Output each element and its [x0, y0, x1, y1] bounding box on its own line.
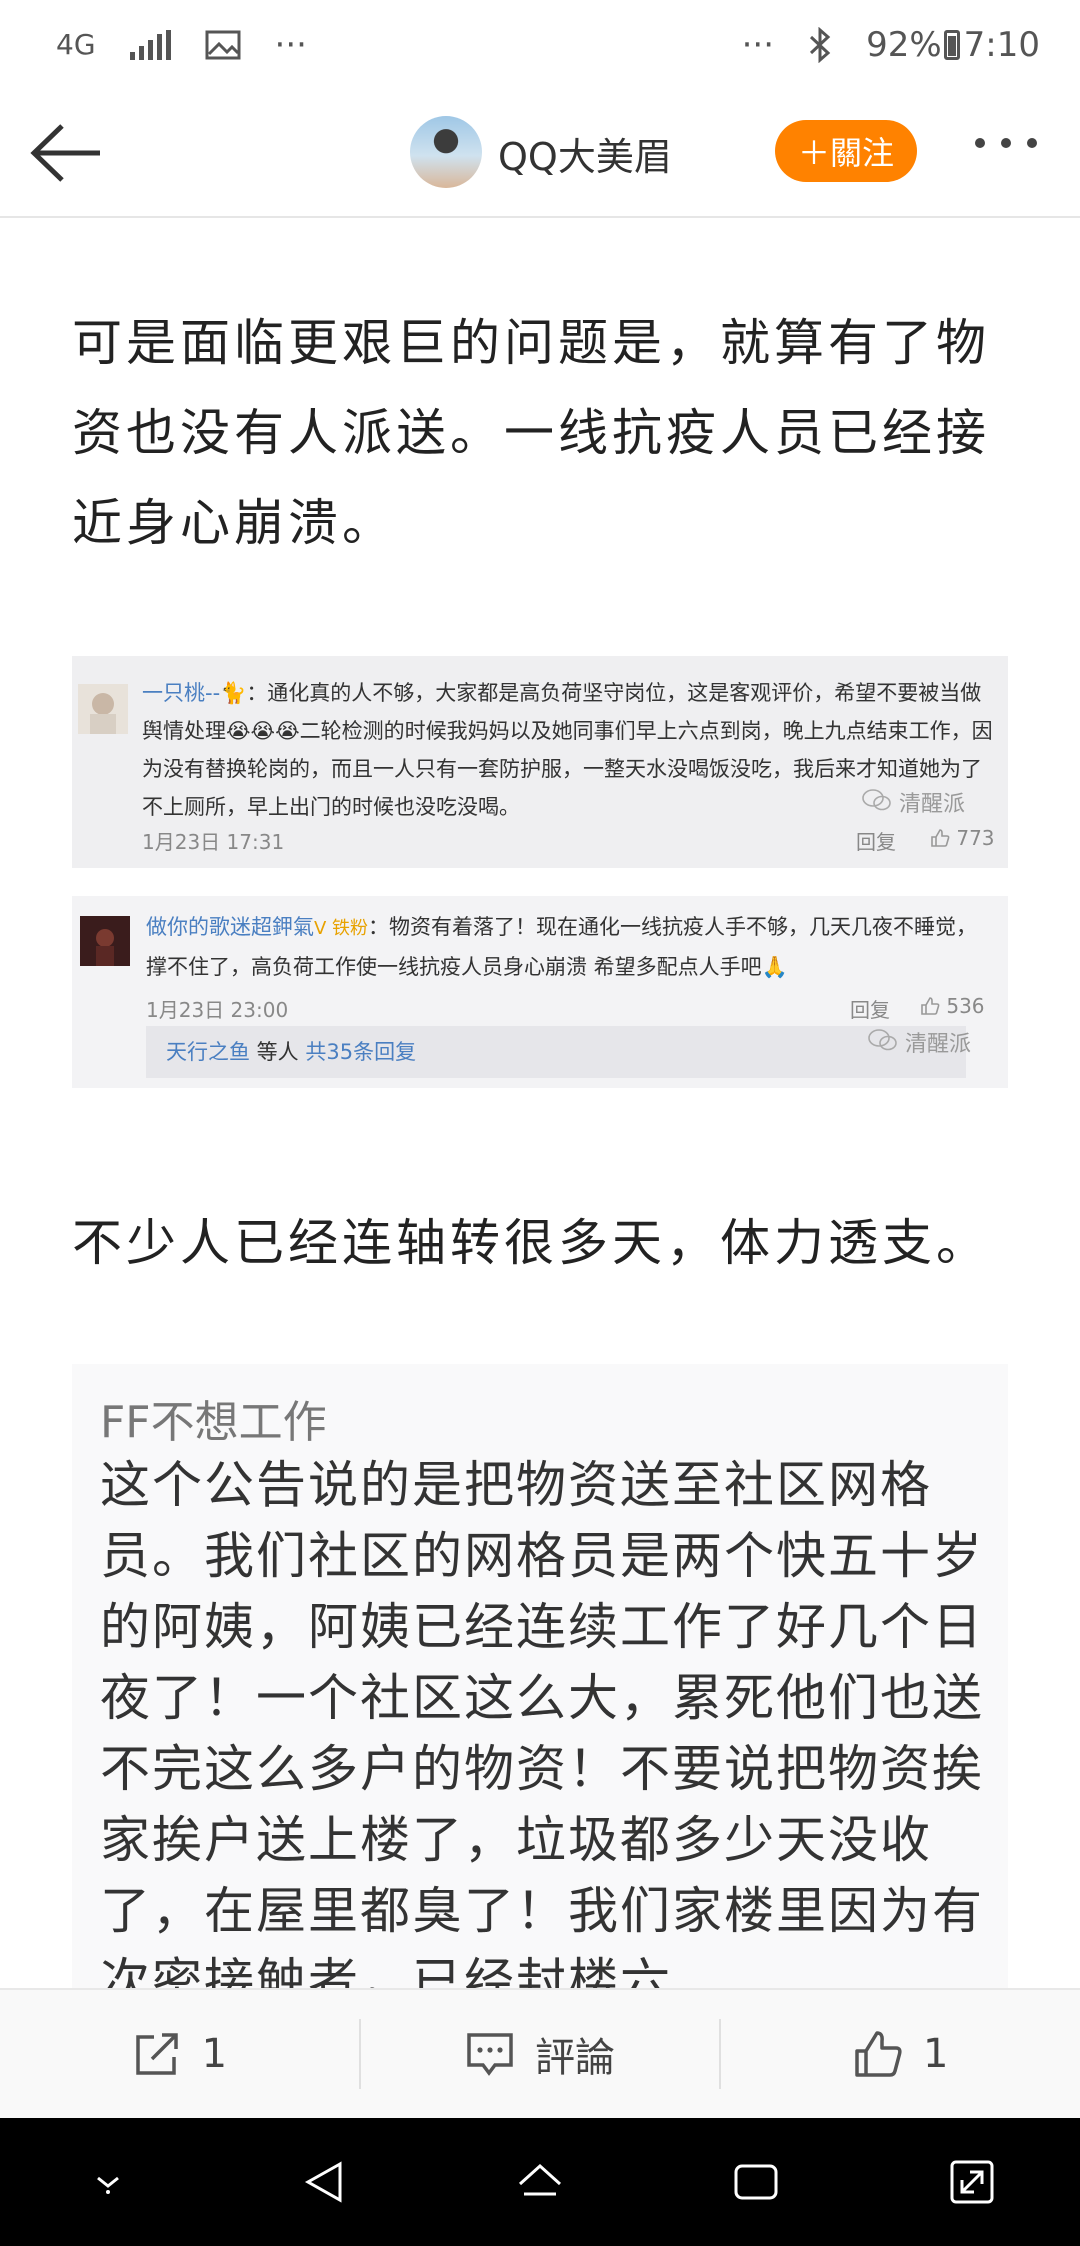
reply-user: 天行之鱼 — [166, 1040, 250, 1064]
watermark-text: 清醒派 — [899, 792, 966, 817]
reply-count: 共35条回复 — [305, 1040, 417, 1064]
more-options-icon[interactable] — [975, 138, 1055, 162]
watermark: 清醒派 — [862, 786, 965, 818]
watermark-text: 清醒派 — [905, 1032, 972, 1057]
like-button[interactable]: 1 — [719, 2019, 1080, 2089]
comment-1-reply[interactable]: 回复 — [856, 826, 896, 855]
comment-1-time: 1月23日 17:31 — [142, 830, 285, 854]
action-bar: 1 評論 1 — [0, 1988, 1080, 2118]
expand-icon[interactable] — [944, 2154, 1000, 2210]
reply-strip-container: 天行之鱼 等人 共35条回复 清醒派 — [72, 1026, 1008, 1088]
author-avatar[interactable] — [410, 116, 482, 188]
share-button[interactable]: 1 — [0, 2019, 359, 2089]
comment-1-like[interactable]: 773 — [930, 826, 995, 850]
image-icon — [205, 30, 241, 60]
article-paragraph-1: 可是面临更艰巨的问题是，就算有了物资也没有人派送。一线抗疫人员已经接近身心崩溃。 — [72, 314, 990, 552]
top-nav: QQ大美眉 ＋關注 — [0, 90, 1080, 218]
battery-icon — [943, 30, 960, 60]
article-paragraph-2: 不少人已经连轴转很多天，体力透支。 — [72, 1214, 990, 1272]
comment-2-badges: V 铁粉 — [314, 918, 369, 939]
reply-mid-text: 等人 — [250, 1040, 306, 1064]
reply-summary[interactable]: 天行之鱼 等人 共35条回复 — [146, 1026, 966, 1078]
wechat-icon — [862, 789, 891, 811]
recent-apps-icon[interactable] — [728, 2154, 784, 2210]
home-icon[interactable] — [512, 2154, 568, 2210]
clock: 7:10 — [963, 25, 1040, 65]
signal-icon — [129, 30, 171, 60]
status-bar: 4G ··· ··· 92% 7:10 — [0, 0, 1080, 90]
more-status-icon: ··· — [741, 25, 775, 65]
comment-button[interactable]: 評論 — [358, 2019, 720, 2089]
battery-group: 92% — [866, 25, 960, 65]
article-content: 可是面临更艰巨的问题是，就算有了物资也没有人派送。一线抗疫人员已经接近身心崩溃。… — [0, 218, 1080, 1988]
system-navigation-bar — [0, 2118, 1080, 2246]
comment-label: 評論 — [535, 2035, 615, 2081]
back-icon[interactable] — [296, 2154, 352, 2210]
comment-2-time: 1月23日 23:00 — [146, 998, 289, 1022]
share-icon — [135, 2033, 178, 2075]
more-notifications-icon: ··· — [274, 25, 307, 65]
comment-screenshot-2: 做你的歌迷超鉀氣V 铁粉：物资有着落了！现在通化一线抗疫人手不够，几天几夜不睡觉… — [72, 896, 1008, 1026]
wechat-icon — [868, 1029, 897, 1051]
network-indicator: 4G — [56, 28, 96, 61]
status-right: ··· 92% 7:10 — [742, 25, 1040, 65]
screenshot-username: FF不想工作 — [100, 1397, 327, 1448]
battery-percent: 92% — [866, 25, 942, 65]
author-name[interactable]: QQ大美眉 — [498, 126, 672, 181]
watermark: 清醒派 — [868, 1026, 971, 1058]
commenter-avatar — [80, 916, 130, 966]
comment-2-text: 做你的歌迷超鉀氣V 铁粉：物资有着落了！现在通化一线抗疫人手不够，几天几夜不睡觉… — [146, 908, 996, 986]
thumbs-up-icon — [921, 997, 940, 1015]
comment-2-like[interactable]: 536 — [920, 994, 985, 1018]
comment-screenshot-1: 一只桃--🐈：通化真的人不够，大家都是高负荷坚守岗位，这是客观评价，希望不要被当… — [72, 656, 1008, 868]
comment-1-name: 一只桃-- — [142, 681, 221, 705]
chevron-down-icon[interactable] — [80, 2154, 136, 2210]
commenter-avatar — [78, 684, 128, 734]
comment-1-likes: 773 — [956, 826, 995, 850]
back-arrow-icon[interactable] — [28, 118, 108, 188]
thumbs-up-icon — [855, 2031, 902, 2077]
embedded-screenshot: FF不想工作 这个公告说的是把物资送至社区网格员。我们社区的网格员是两个快五十岁… — [72, 1364, 1008, 1988]
like-count: 1 — [922, 2031, 949, 2077]
bluetooth-icon — [810, 27, 831, 63]
comment-2-reply[interactable]: 回复 — [850, 994, 890, 1023]
screenshot-body: 这个公告说的是把物资送至社区网格员。我们社区的网格员是两个快五十岁的阿姨，阿姨已… — [100, 1456, 984, 1988]
status-left: 4G ··· — [56, 25, 307, 65]
share-count: 1 — [201, 2031, 228, 2077]
comment-2-likes: 536 — [946, 994, 985, 1018]
thumbs-up-icon — [931, 829, 950, 847]
comment-icon — [467, 2033, 513, 2076]
comment-1-badge: 🐈 — [220, 681, 247, 705]
follow-button[interactable]: ＋關注 — [775, 120, 917, 182]
comment-2-name: 做你的歌迷超鉀氣 — [146, 915, 314, 939]
